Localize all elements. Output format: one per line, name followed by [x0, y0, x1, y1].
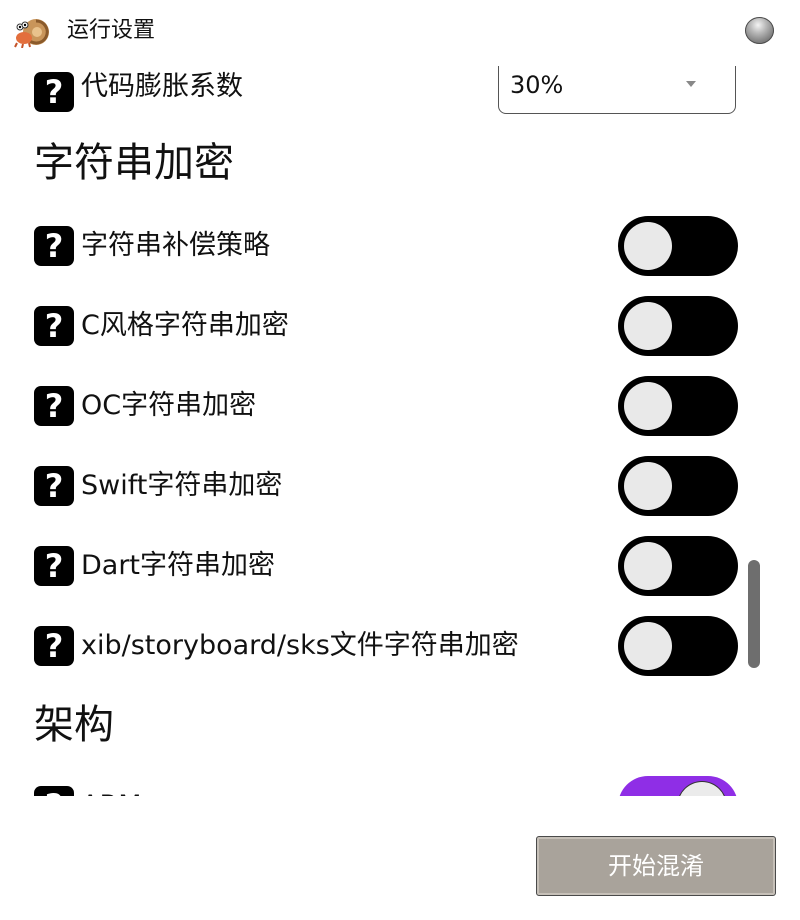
setting-row-c-string-encryption: ? C风格字符串加密 [34, 296, 754, 356]
setting-row-code-inflation: ? 代码膨胀系数 30% [34, 66, 754, 114]
setting-row-swift-string-encryption: ? Swift字符串加密 [34, 456, 754, 516]
toggle-knob [624, 462, 672, 510]
question-mark-icon[interactable]: ? [34, 626, 74, 666]
setting-label: 代码膨胀系数 [81, 71, 243, 102]
toggle-knob [624, 542, 672, 590]
dart-string-encryption-toggle[interactable] [618, 536, 738, 596]
gray-orb-icon[interactable] [745, 17, 774, 44]
window-title: 运行设置 [67, 18, 156, 43]
hermit-crab-icon [14, 19, 49, 48]
toggle-knob [678, 782, 726, 796]
setting-row-xib-string-encryption: ? xib/storyboard/sks文件字符串加密 [34, 616, 754, 676]
setting-label: 字符串补偿策略 [81, 230, 270, 261]
setting-row-string-compensation: ? 字符串补偿策略 [34, 216, 754, 276]
setting-label: C风格字符串加密 [81, 310, 289, 341]
question-mark-icon[interactable]: ? [34, 306, 74, 346]
toggle-knob [624, 622, 672, 670]
setting-row-arm: ? ARM [34, 776, 754, 796]
string-compensation-toggle[interactable] [618, 216, 738, 276]
question-mark-icon[interactable]: ? [34, 466, 74, 506]
toggle-knob [624, 382, 672, 430]
question-mark-icon[interactable]: ? [34, 386, 74, 426]
arm-toggle[interactable] [618, 776, 738, 796]
c-string-encryption-toggle[interactable] [618, 296, 738, 356]
chevron-down-icon [686, 81, 696, 87]
settings-scroll-area: ? 代码膨胀系数 30% 字符串加密 ? 字符串补偿策略 ? C风格字符串加密 … [0, 66, 800, 796]
code-inflation-select[interactable]: 30% [498, 66, 736, 114]
toggle-knob [624, 222, 672, 270]
section-title-string-encryption: 字符串加密 [34, 140, 234, 186]
setting-label: xib/storyboard/sks文件字符串加密 [81, 630, 519, 661]
setting-row-oc-string-encryption: ? OC字符串加密 [34, 376, 754, 436]
start-obfuscation-button[interactable]: 开始混淆 [536, 836, 776, 896]
setting-label: ARM [81, 788, 142, 796]
xib-string-encryption-toggle[interactable] [618, 616, 738, 676]
question-mark-icon[interactable]: ? [34, 226, 74, 266]
setting-row-dart-string-encryption: ? Dart字符串加密 [34, 536, 754, 596]
setting-label: Swift字符串加密 [81, 470, 283, 501]
swift-string-encryption-toggle[interactable] [618, 456, 738, 516]
oc-string-encryption-toggle[interactable] [618, 376, 738, 436]
question-mark-icon[interactable]: ? [34, 546, 74, 586]
question-mark-icon[interactable]: ? [34, 72, 74, 112]
section-title-architecture: 架构 [34, 702, 114, 748]
select-value: 30% [510, 71, 564, 99]
setting-label: OC字符串加密 [81, 390, 257, 421]
title-bar: 运行设置 [0, 0, 800, 66]
vertical-scrollbar[interactable] [748, 560, 760, 668]
question-mark-icon[interactable]: ? [34, 786, 74, 796]
toggle-knob [624, 302, 672, 350]
setting-label: Dart字符串加密 [81, 550, 276, 581]
